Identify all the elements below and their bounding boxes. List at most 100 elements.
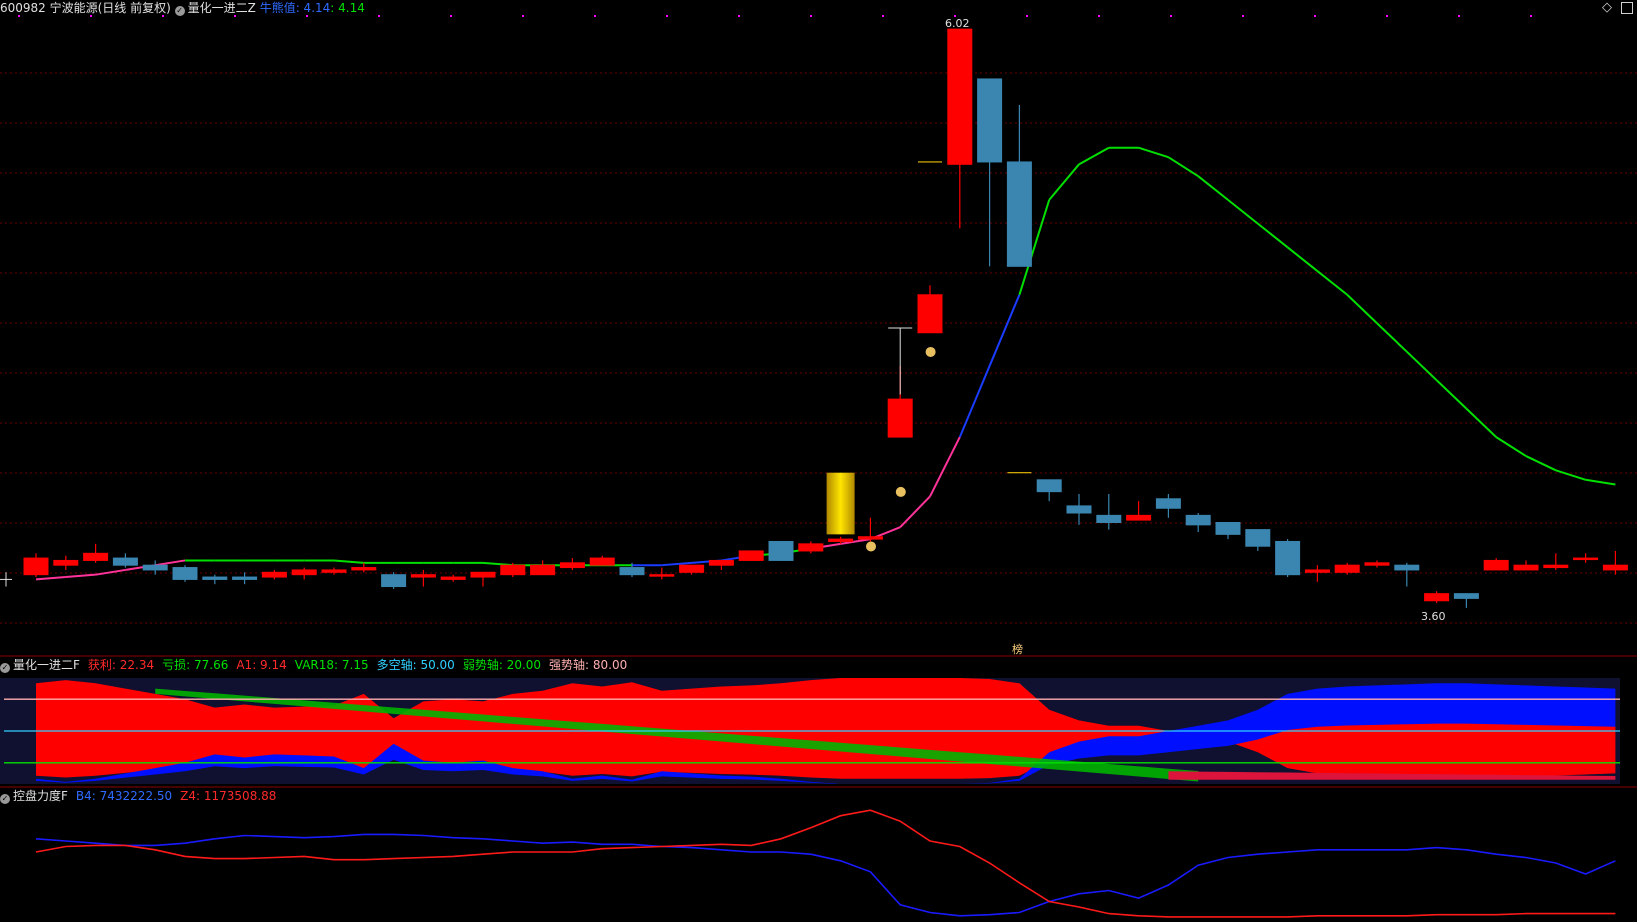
money-bag-icon [925, 346, 936, 357]
candle-body [589, 557, 615, 566]
z4-line [35, 809, 1616, 918]
sub1-toggle-icon[interactable]: ✓ [0, 663, 10, 673]
top-marker [1026, 15, 1028, 17]
top-marker [522, 15, 524, 17]
top-marker [1530, 15, 1532, 17]
ma-segment [333, 559, 364, 564]
ma-segment [1555, 469, 1586, 481]
candle-body [232, 576, 258, 580]
candle-body [738, 550, 764, 561]
sub-panel-1-areas [0, 678, 1620, 784]
candle-body [1036, 479, 1062, 493]
axis-label: 多空轴: 50.00 [376, 658, 455, 672]
ma-segment [1495, 436, 1527, 457]
ma-segment [1197, 175, 1229, 201]
candle-body [917, 294, 943, 334]
candle-body [1006, 161, 1032, 267]
candle-body [142, 564, 168, 571]
top-marker [666, 15, 668, 17]
top-marker [1386, 15, 1388, 17]
money-bag-icon [895, 486, 906, 497]
candle-body [291, 569, 317, 576]
top-marker [1314, 15, 1316, 17]
candle-body [559, 562, 585, 569]
candle-body [1334, 564, 1360, 573]
weak-axis-label: 弱势轴: 20.00 [462, 658, 542, 672]
candle-body [1126, 514, 1152, 521]
top-marker [1170, 15, 1172, 17]
candle-body [977, 78, 1003, 163]
limit-up-bar [826, 472, 855, 535]
candle-body [1424, 593, 1450, 602]
candle-body [1155, 498, 1181, 509]
ma-segment [35, 576, 66, 581]
diamond-icon[interactable]: ◇ [1602, 1, 1612, 15]
indicator-toggle-icon[interactable]: ✓ [174, 6, 185, 16]
sub-panel-2-lines [35, 809, 1616, 918]
candle-body [649, 574, 675, 577]
candle-body [1275, 540, 1301, 576]
top-marker [378, 15, 380, 17]
top-marker [594, 15, 596, 17]
sub2-title[interactable]: 控盘力度F [13, 789, 68, 803]
z4-label: Z4: 1173508.88 [180, 789, 277, 803]
ma-segment [95, 568, 126, 576]
bang-badge[interactable]: 榜 [1012, 643, 1023, 657]
ma-segment [1227, 199, 1259, 225]
a1-label: A1: 9.14 [236, 658, 287, 672]
ma-segment [1078, 146, 1110, 166]
ma-segment [1346, 294, 1378, 324]
ma-segment [1048, 163, 1080, 201]
strong-axis-label: 强势轴: 80.00 [549, 658, 628, 672]
top-marker [882, 15, 884, 17]
bull-bear-value: : 4.14 [330, 1, 365, 15]
stock-title: 600982 宁波能源(日线 前复权) [0, 1, 171, 15]
ma-segment [1286, 246, 1319, 272]
high-price-label: 6.02 [945, 17, 970, 30]
sub2-toggle-icon[interactable]: ✓ [0, 794, 10, 804]
b4-label: B4: 7432222.50 [75, 789, 173, 803]
loss-label: 亏损: 77.66 [162, 658, 229, 672]
candle-body [768, 540, 794, 561]
ma-segment [929, 436, 961, 497]
main-header: 600982 宁波能源(日线 前复权) ✓ 量化一进二Z 牛熊值: 4.14: 4… [0, 1, 365, 16]
candle-body [828, 538, 854, 542]
maximize-icon[interactable] [1621, 2, 1633, 14]
ma-segment [1435, 379, 1468, 410]
moving-average-line [35, 146, 1616, 581]
candle-body [679, 564, 705, 573]
candle-body [1096, 514, 1122, 523]
candle-body [381, 574, 407, 588]
top-marker [1458, 15, 1460, 17]
b4-line [35, 833, 1616, 917]
candle-body [1364, 562, 1390, 566]
ma-segment [65, 573, 96, 579]
candle-body [470, 571, 496, 578]
candle-body [172, 567, 198, 580]
low-price-label: 3.60 [1421, 610, 1446, 623]
ma-segment [1525, 455, 1557, 472]
candle-body [261, 571, 287, 578]
candle-body [708, 559, 734, 566]
candle-body [947, 28, 973, 165]
bull-bear-label: 牛熊值: 4.14 [259, 1, 331, 15]
candle-body [23, 557, 49, 576]
indicator-name[interactable]: 量化一进二Z [188, 1, 256, 15]
candle-body [1453, 593, 1479, 599]
candle-body [83, 552, 109, 561]
sub1-title[interactable]: 量化一进二F [13, 658, 80, 672]
candle-body [53, 559, 79, 566]
ma-segment [1167, 156, 1199, 178]
ma-segment [1406, 350, 1438, 381]
candle-body [619, 567, 645, 576]
sub-panel-1-header: ✓ 量化一进二F 获利: 22.34 亏损: 77.66 A1: 9.14 VAR18: … [0, 658, 627, 673]
candle-body [112, 557, 138, 566]
top-marker [738, 15, 740, 17]
candle-body [1185, 514, 1211, 526]
candlestick-series[interactable] [23, 28, 1628, 608]
candle-body [798, 543, 824, 552]
candle-body [530, 564, 556, 576]
chart-canvas[interactable] [0, 0, 1637, 922]
candle-body [1602, 564, 1628, 571]
candle-body [1066, 505, 1092, 514]
